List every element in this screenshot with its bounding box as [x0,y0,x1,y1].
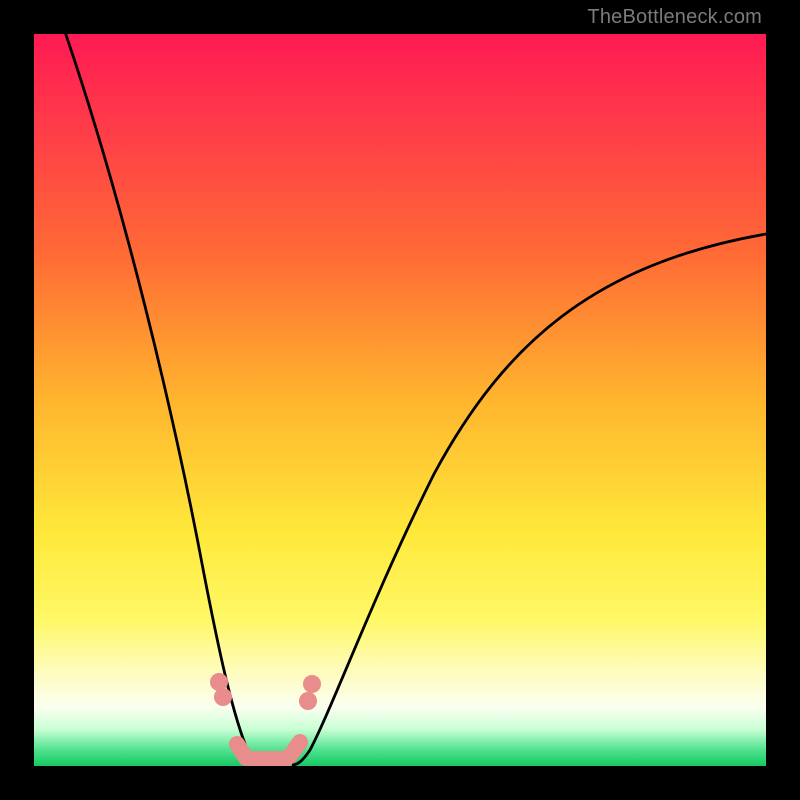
bottleneck-curve [34,34,766,766]
marker-dot [299,692,317,710]
plot-area [34,34,766,766]
marker-dot [303,675,321,693]
marker-dot [214,688,232,706]
valley-markers [210,673,321,759]
watermark-text: TheBottleneck.com [587,6,762,29]
curve-left-branch [64,34,260,765]
marker-segment [290,742,300,756]
curve-right-branch [292,234,766,765]
